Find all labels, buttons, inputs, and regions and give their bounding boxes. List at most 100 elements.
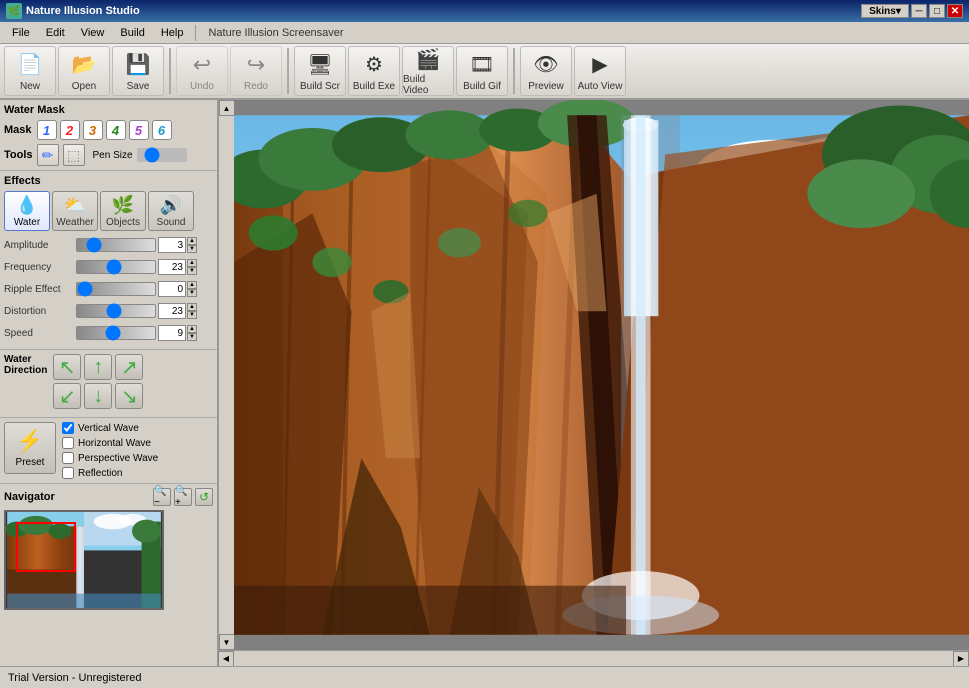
zoom-out-button[interactable]: 🔍− <box>153 488 171 506</box>
horizontal-wave-checkbox[interactable] <box>62 437 74 449</box>
toolbar-preview-button[interactable]: 👁 Preview <box>520 46 572 96</box>
scroll-left-button[interactable]: ◀ <box>218 651 234 667</box>
toolbar-build-exe-button[interactable]: ⚙ Build Exe <box>348 46 400 96</box>
toolbar-redo-button[interactable]: ↪ Redo <box>230 46 282 96</box>
toolbar-build-gif-button[interactable]: 🎞 Build Gif <box>456 46 508 96</box>
mask-num-4[interactable]: 4 <box>106 120 126 140</box>
ripple-up[interactable]: ▲ <box>187 281 197 289</box>
amplitude-value[interactable] <box>158 237 186 253</box>
water-direction-section: WaterDirection ↖ ↑ ↗ ↙ ↓ ↘ <box>0 350 217 418</box>
ripple-slider[interactable] <box>76 282 156 296</box>
distortion-slider[interactable] <box>76 304 156 318</box>
pen-size-slider[interactable] <box>137 148 187 162</box>
toolbar-save-button[interactable]: 💾 Save <box>112 46 164 96</box>
distortion-up[interactable]: ▲ <box>187 303 197 311</box>
eraser-tool-button[interactable]: ⬚ <box>63 144 85 166</box>
redo-icon: ↪ <box>242 51 270 79</box>
amplitude-down[interactable]: ▼ <box>187 245 197 253</box>
speed-up[interactable]: ▲ <box>187 325 197 333</box>
menu-view[interactable]: View <box>73 25 113 41</box>
vertical-scrollbar[interactable]: ▲ ▼ <box>218 100 234 650</box>
app-name-label: Nature Illusion Screensaver <box>208 27 343 39</box>
scroll-right-button[interactable]: ▶ <box>953 651 969 667</box>
menu-edit[interactable]: Edit <box>38 25 73 41</box>
maximize-button[interactable]: □ <box>929 4 945 18</box>
toolbar-new-button[interactable]: 📄 New <box>4 46 56 96</box>
vertical-wave-checkbox[interactable] <box>62 422 74 434</box>
frequency-spinner: ▲ ▼ <box>187 259 197 275</box>
tab-objects[interactable]: 🌿 Objects <box>100 191 146 231</box>
toolbar-auto-view-button[interactable]: ▶ Auto View <box>574 46 626 96</box>
perspective-wave-label: Perspective Wave <box>78 453 158 464</box>
dir-down[interactable]: ↓ <box>84 383 112 409</box>
effects-title: Effects <box>4 175 213 187</box>
distortion-value[interactable] <box>158 303 186 319</box>
dir-upleft[interactable]: ↖ <box>53 354 81 380</box>
mask-num-5[interactable]: 5 <box>129 120 149 140</box>
mask-num-6[interactable]: 6 <box>152 120 172 140</box>
frequency-value[interactable] <box>158 259 186 275</box>
zoom-in-button[interactable]: 🔍+ <box>174 488 192 506</box>
pencil-tool-button[interactable]: ✏ <box>37 144 59 166</box>
status-bar: Trial Version - Unregistered <box>0 666 969 688</box>
close-button[interactable]: ✕ <box>947 4 963 18</box>
ripple-label: Ripple Effect <box>4 284 76 295</box>
toolbar-build-video-button[interactable]: 🎬 Build Video <box>402 46 454 96</box>
effects-section: Effects 💧 Water ⛅ Weather 🌿 Objects 🔊 So… <box>0 171 217 350</box>
dir-upright[interactable]: ↗ <box>115 354 143 380</box>
distortion-spinner: ▲ ▼ <box>187 303 197 319</box>
navigator-preview[interactable] <box>4 510 164 610</box>
speed-value[interactable] <box>158 325 186 341</box>
frequency-up[interactable]: ▲ <box>187 259 197 267</box>
dir-up[interactable]: ↑ <box>84 354 112 380</box>
dir-downright[interactable]: ↘ <box>115 383 143 409</box>
menu-build[interactable]: Build <box>112 25 152 41</box>
open-icon: 📂 <box>70 51 98 79</box>
mask-num-3[interactable]: 3 <box>83 120 103 140</box>
undo-icon: ↩ <box>188 51 216 79</box>
dir-downleft[interactable]: ↙ <box>53 383 81 409</box>
tab-sound[interactable]: 🔊 Sound <box>148 191 194 231</box>
distortion-down[interactable]: ▼ <box>187 311 197 319</box>
build-exe-icon: ⚙ <box>360 51 388 79</box>
toolbar-undo-button[interactable]: ↩ Undo <box>176 46 228 96</box>
ripple-down[interactable]: ▼ <box>187 289 197 297</box>
save-icon: 💾 <box>124 51 152 79</box>
minimize-button[interactable]: ─ <box>911 4 927 18</box>
canvas-wrapper: ▲ ▼ <box>218 100 969 666</box>
status-text: Trial Version - Unregistered <box>8 672 141 684</box>
amplitude-up[interactable]: ▲ <box>187 237 197 245</box>
toolbar-build-scr-button[interactable]: 🖥 Build Scr <box>294 46 346 96</box>
amplitude-spinner: ▲ ▼ <box>187 237 197 253</box>
mask-num-1[interactable]: 1 <box>37 120 57 140</box>
scroll-down-button[interactable]: ▼ <box>219 634 235 650</box>
build-scr-icon: 🖥 <box>306 51 334 79</box>
speed-down[interactable]: ▼ <box>187 333 197 341</box>
speed-slider[interactable] <box>76 326 156 340</box>
effects-tabs: 💧 Water ⛅ Weather 🌿 Objects 🔊 Sound <box>4 191 213 231</box>
horizontal-scrollbar[interactable]: ◀ ▶ <box>218 650 969 666</box>
ripple-value[interactable] <box>158 281 186 297</box>
toolbar-open-button[interactable]: 📂 Open <box>58 46 110 96</box>
frequency-slider[interactable] <box>76 260 156 274</box>
mask-num-2[interactable]: 2 <box>60 120 80 140</box>
preset-button[interactable]: ⚡ Preset <box>4 422 56 474</box>
scroll-up-button[interactable]: ▲ <box>219 100 235 116</box>
vertical-wave-row: Vertical Wave <box>62 422 158 434</box>
menu-file[interactable]: File <box>4 25 38 41</box>
navigator-viewport-rect <box>16 522 76 572</box>
reflection-checkbox[interactable] <box>62 467 74 479</box>
weather-tab-icon: ⛅ <box>64 195 86 216</box>
refresh-button[interactable]: ↺ <box>195 488 213 506</box>
skins-button[interactable]: Skins▾ <box>861 4 909 18</box>
amplitude-slider[interactable] <box>76 238 156 252</box>
perspective-wave-checkbox[interactable] <box>62 452 74 464</box>
vertical-wave-label: Vertical Wave <box>78 423 139 434</box>
canvas-area[interactable] <box>234 100 969 650</box>
menu-help[interactable]: Help <box>153 25 192 41</box>
water-tab-icon: 💧 <box>16 195 38 216</box>
frequency-down[interactable]: ▼ <box>187 267 197 275</box>
tab-water[interactable]: 💧 Water <box>4 191 50 231</box>
tab-weather[interactable]: ⛅ Weather <box>52 191 98 231</box>
build-video-icon: 🎬 <box>414 47 442 72</box>
